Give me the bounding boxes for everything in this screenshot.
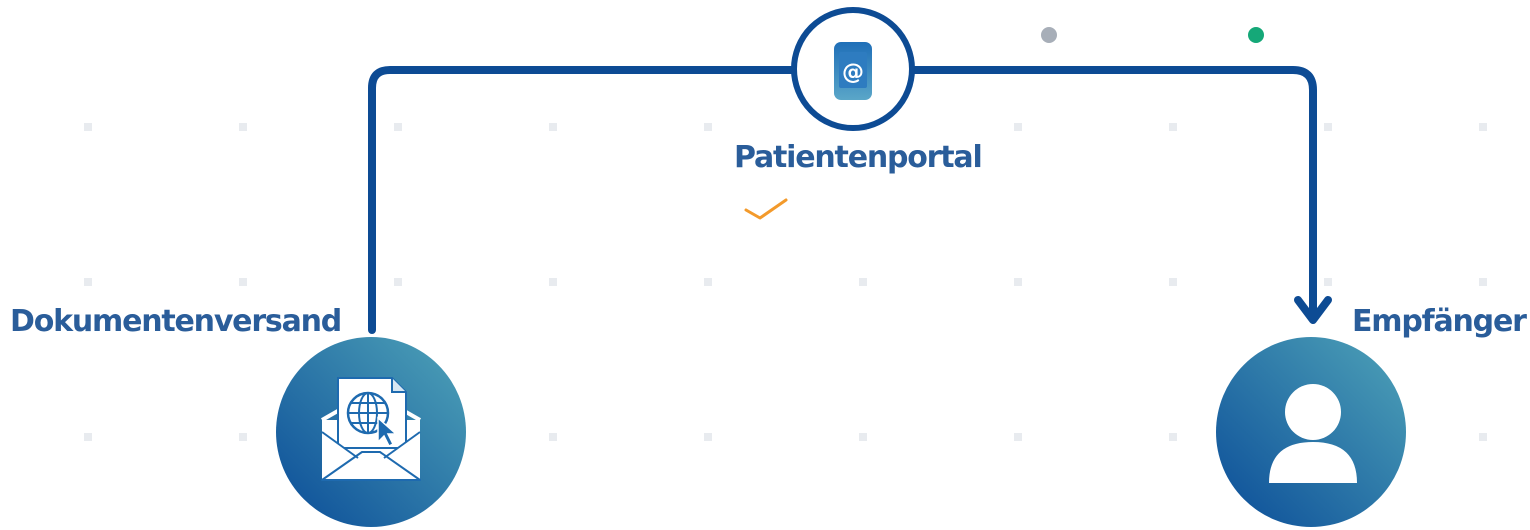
flow-diagram-graphic: @	[84, 7, 1487, 527]
source-node[interactable]	[276, 337, 466, 527]
grid-dot	[394, 278, 402, 286]
grid-dot	[1479, 123, 1487, 131]
grid-dot	[1014, 123, 1022, 131]
grid-dot	[84, 433, 92, 441]
channel-label: Patientenportal	[734, 140, 983, 175]
grid-dot	[84, 123, 92, 131]
recipient-label: Empfänger	[1352, 304, 1527, 339]
grid-dot	[859, 278, 867, 286]
grid-dot	[704, 123, 712, 131]
grid-dot	[239, 123, 247, 131]
grid-dot	[1169, 278, 1177, 286]
gray-dot	[1041, 27, 1057, 43]
grid-dot	[394, 123, 402, 131]
grid-dot	[1169, 123, 1177, 131]
grid-dot	[1479, 278, 1487, 286]
smartphone-at-icon: @	[834, 42, 872, 100]
grid-dot	[859, 433, 867, 441]
recipient-node[interactable]	[1216, 337, 1406, 527]
grid-dot	[549, 278, 557, 286]
green-dot	[1248, 27, 1264, 43]
grid-dot	[1169, 433, 1177, 441]
grid-dot	[549, 123, 557, 131]
grid-dot	[84, 278, 92, 286]
grid-dot	[1014, 278, 1022, 286]
grid-dot	[704, 433, 712, 441]
channel-node[interactable]: @	[791, 7, 915, 131]
svg-text:@: @	[842, 60, 864, 85]
grid-dot	[1014, 433, 1022, 441]
flow-diagram: @ Dokumentenversand Patientenportal Empf…	[0, 0, 1530, 530]
grid-dot	[239, 433, 247, 441]
grid-dot	[549, 433, 557, 441]
checkmark-icon	[744, 198, 788, 220]
grid-dot	[239, 278, 247, 286]
grid-dot	[1324, 278, 1332, 286]
grid-dot	[704, 278, 712, 286]
grid-dot	[1324, 123, 1332, 131]
source-label: Dokumentenversand	[10, 304, 342, 339]
grid-dot	[1479, 433, 1487, 441]
